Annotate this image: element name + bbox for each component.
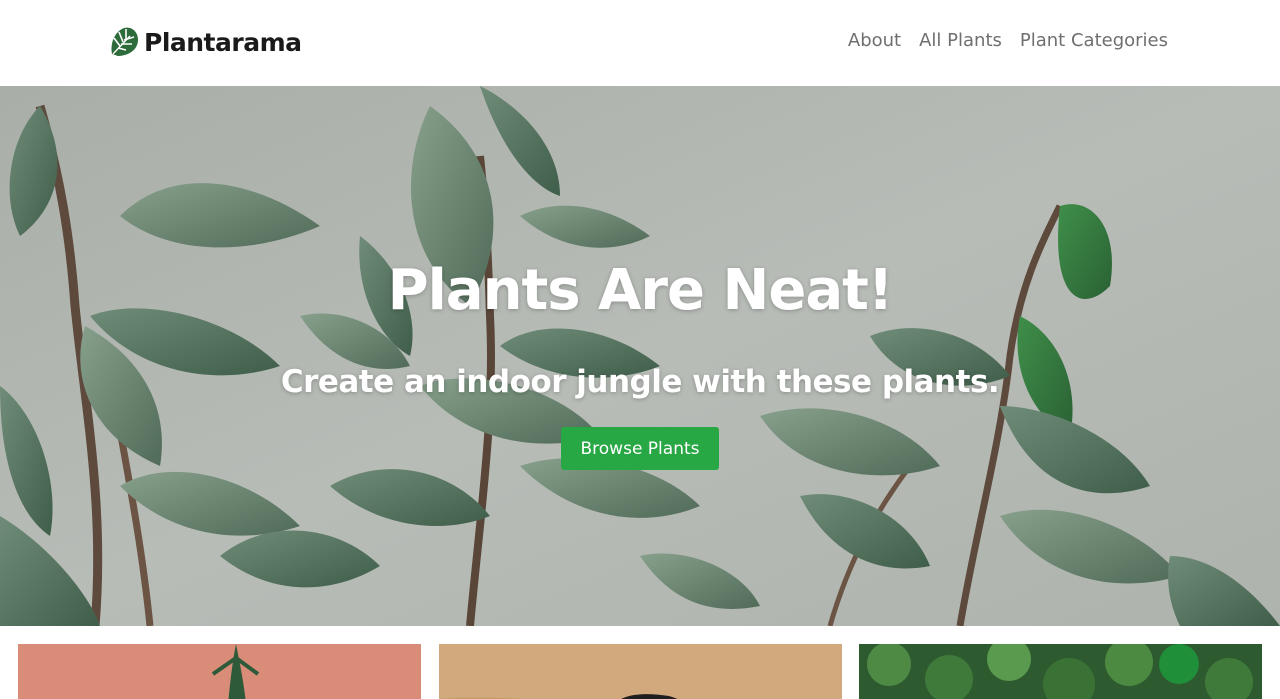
brand-link[interactable]: Plantarama — [106, 22, 302, 62]
plant-card-image-tan — [439, 644, 842, 699]
hero-subtitle: Create an indoor jungle with these plant… — [280, 364, 1000, 400]
hero-title: Plants Are Neat! — [387, 258, 894, 323]
nav-link-all-plants[interactable]: All Plants — [919, 30, 1002, 51]
nav-link-about[interactable]: About — [848, 30, 901, 51]
plant-card[interactable] — [859, 644, 1262, 699]
site-header: Plantarama About All Plants Plant Catego… — [0, 0, 1280, 86]
monstera-leaf-icon — [111, 27, 138, 56]
main-nav: About All Plants Plant Categories — [848, 30, 1168, 51]
plant-card[interactable] — [439, 644, 842, 699]
brand-name: Plantarama — [144, 27, 302, 57]
plant-card-image-green-foliage — [859, 644, 1262, 699]
hero-background-image — [0, 86, 1280, 626]
plant-cards-row — [0, 626, 1280, 699]
hero-section: Plants Are Neat! Create an indoor jungle… — [0, 86, 1280, 626]
plant-card-image-coral — [18, 644, 421, 699]
browse-plants-button[interactable]: Browse Plants — [561, 427, 719, 470]
plant-card[interactable] — [18, 644, 421, 699]
nav-link-plant-categories[interactable]: Plant Categories — [1020, 30, 1168, 51]
